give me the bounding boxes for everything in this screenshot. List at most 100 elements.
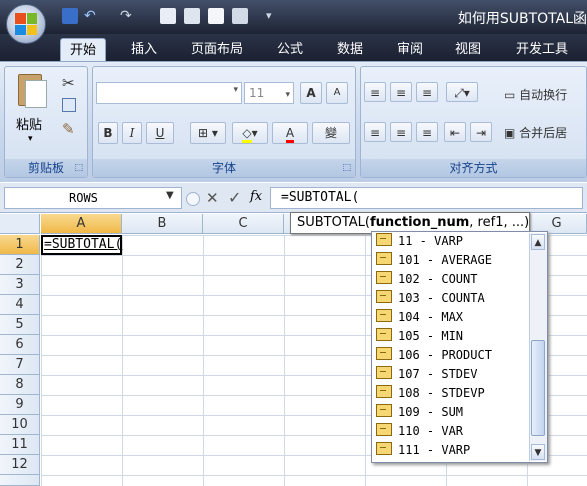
align-center-icon[interactable]: ≡ bbox=[390, 122, 412, 142]
enter-check-icon[interactable]: ✓ bbox=[228, 188, 241, 207]
tab-formulas[interactable]: 公式 bbox=[270, 38, 310, 62]
constant-icon bbox=[376, 366, 392, 379]
row-header-12[interactable]: 12 bbox=[0, 455, 40, 475]
list-item[interactable]: 101 - AVERAGE bbox=[376, 251, 526, 270]
list-item[interactable]: 103 - COUNTA bbox=[376, 289, 526, 308]
customize-qat-icon[interactable]: ▾ bbox=[266, 8, 282, 24]
list-item[interactable]: 105 - MIN bbox=[376, 327, 526, 346]
column-header-a[interactable]: A bbox=[41, 214, 122, 234]
phonetic-guide-button[interactable]: 變 bbox=[312, 122, 350, 144]
tab-home[interactable]: 开始 bbox=[60, 38, 106, 62]
active-cell-a1[interactable]: =SUBTOTAL( bbox=[41, 235, 122, 255]
constant-icon bbox=[376, 233, 392, 246]
align-middle-icon[interactable]: ≡ bbox=[390, 82, 412, 102]
column-header-b[interactable]: B bbox=[122, 214, 203, 234]
constant-icon bbox=[376, 347, 392, 360]
list-item[interactable]: 109 - SUM bbox=[376, 403, 526, 422]
redo-icon[interactable]: ↷ bbox=[120, 8, 136, 24]
tab-view[interactable]: 视图 bbox=[448, 38, 488, 62]
row-header-3[interactable]: 3 bbox=[0, 275, 40, 295]
tooltip-remaining-arguments: , ref1, ...) bbox=[469, 215, 530, 230]
constant-icon bbox=[376, 271, 392, 284]
formula-input[interactable]: =SUBTOTAL( bbox=[270, 187, 583, 209]
list-item[interactable]: 11 - VARP bbox=[376, 232, 526, 251]
bold-button[interactable]: B bbox=[98, 122, 118, 144]
increase-indent-icon[interactable]: ⇥ bbox=[470, 122, 492, 142]
font-color-button[interactable]: A bbox=[272, 122, 308, 144]
name-box-dropdown-icon[interactable]: ▼ bbox=[166, 190, 174, 201]
scroll-down-icon[interactable]: ▼ bbox=[531, 444, 545, 460]
row-header-9[interactable]: 9 bbox=[0, 395, 40, 415]
align-bottom-icon[interactable]: ≡ bbox=[416, 82, 438, 102]
align-right-icon[interactable]: ≡ bbox=[416, 122, 438, 142]
scroll-up-icon[interactable]: ▲ bbox=[531, 234, 545, 250]
row-header-7[interactable]: 7 bbox=[0, 355, 40, 375]
new-document-icon[interactable] bbox=[208, 8, 224, 24]
constant-icon bbox=[376, 309, 392, 322]
shrink-font-button[interactable]: A bbox=[326, 82, 348, 104]
list-item[interactable]: 110 - VAR bbox=[376, 422, 526, 441]
name-box[interactable]: ROWS bbox=[4, 187, 182, 209]
column-header-c[interactable]: C bbox=[203, 214, 284, 234]
office-button[interactable] bbox=[6, 4, 46, 44]
wrap-text-button[interactable]: ▭ 自动换行 bbox=[504, 86, 567, 103]
list-item[interactable]: 107 - STDEV bbox=[376, 365, 526, 384]
formula-bar-expand-icon[interactable] bbox=[186, 192, 200, 206]
paste-button-label[interactable]: 粘贴 bbox=[16, 114, 42, 133]
clipboard-group-label: 剪贴板 ⬚ bbox=[5, 159, 87, 177]
orientation-icon[interactable]: ⤢▾ bbox=[446, 82, 478, 102]
office-logo-icon bbox=[15, 13, 37, 35]
constant-icon bbox=[376, 328, 392, 341]
tooltip-current-argument[interactable]: function_num bbox=[370, 215, 469, 230]
font-name-dropdown-icon[interactable]: ▾ bbox=[233, 85, 238, 95]
undo-icon[interactable]: ↶ bbox=[84, 8, 100, 24]
tab-review[interactable]: 审阅 bbox=[390, 38, 430, 62]
row-header-2[interactable]: 2 bbox=[0, 255, 40, 275]
align-left-icon[interactable]: ≡ bbox=[364, 122, 386, 142]
tab-page-layout[interactable]: 页面布局 bbox=[184, 38, 250, 62]
insert-function-icon[interactable]: fx bbox=[250, 189, 262, 204]
tab-data[interactable]: 数据 bbox=[330, 38, 370, 62]
paste-icon[interactable] bbox=[12, 72, 50, 112]
list-item[interactable]: 104 - MAX bbox=[376, 308, 526, 327]
row-header-5[interactable]: 5 bbox=[0, 315, 40, 335]
tab-developer[interactable]: 开发工具 bbox=[508, 38, 576, 62]
decrease-indent-icon[interactable]: ⇤ bbox=[444, 122, 466, 142]
constant-icon bbox=[376, 404, 392, 417]
camera-icon[interactable] bbox=[232, 8, 248, 24]
cancel-icon[interactable]: ✕ bbox=[206, 189, 219, 207]
list-item[interactable]: 102 - COUNT bbox=[376, 270, 526, 289]
list-item[interactable]: 106 - PRODUCT bbox=[376, 346, 526, 365]
copy-icon[interactable] bbox=[62, 98, 76, 112]
italic-button[interactable]: I bbox=[122, 122, 142, 144]
row-header-10[interactable]: 10 bbox=[0, 415, 40, 435]
font-name-combo[interactable]: ▾ bbox=[96, 82, 242, 104]
select-all-corner[interactable] bbox=[0, 214, 40, 234]
tab-insert[interactable]: 插入 bbox=[124, 38, 164, 62]
cut-icon[interactable]: ✂ bbox=[62, 74, 75, 92]
row-header-13[interactable] bbox=[0, 475, 40, 486]
scrollbar-thumb[interactable] bbox=[531, 340, 545, 436]
print-preview-icon[interactable] bbox=[160, 8, 176, 24]
borders-button[interactable]: ⊞ ▾ bbox=[190, 122, 226, 144]
row-header-4[interactable]: 4 bbox=[0, 295, 40, 315]
format-painter-icon[interactable]: ✎ bbox=[62, 120, 75, 138]
row-header-11[interactable]: 11 bbox=[0, 435, 40, 455]
list-item[interactable]: 108 - STDEVP bbox=[376, 384, 526, 403]
row-header-1[interactable]: 1 bbox=[0, 235, 40, 255]
row-header-8[interactable]: 8 bbox=[0, 375, 40, 395]
tooltip-function-name[interactable]: SUBTOTAL( bbox=[297, 215, 370, 230]
font-size-combo[interactable]: 11 ▾ bbox=[244, 82, 294, 104]
row-header-6[interactable]: 6 bbox=[0, 335, 40, 355]
grow-font-button[interactable]: A bbox=[300, 82, 322, 104]
underline-button[interactable]: U bbox=[146, 122, 174, 144]
constant-icon bbox=[376, 385, 392, 398]
save-icon[interactable] bbox=[62, 8, 78, 24]
align-top-icon[interactable]: ≡ bbox=[364, 82, 386, 102]
list-item[interactable]: 111 - VARP bbox=[376, 441, 526, 460]
merge-center-button[interactable]: ▣ 合并后居 bbox=[504, 124, 567, 141]
fill-color-button[interactable]: ◇▾ bbox=[232, 122, 268, 144]
paste-dropdown-icon[interactable]: ▾ bbox=[28, 134, 33, 144]
print-icon[interactable] bbox=[184, 8, 200, 24]
constant-icon bbox=[376, 252, 392, 265]
